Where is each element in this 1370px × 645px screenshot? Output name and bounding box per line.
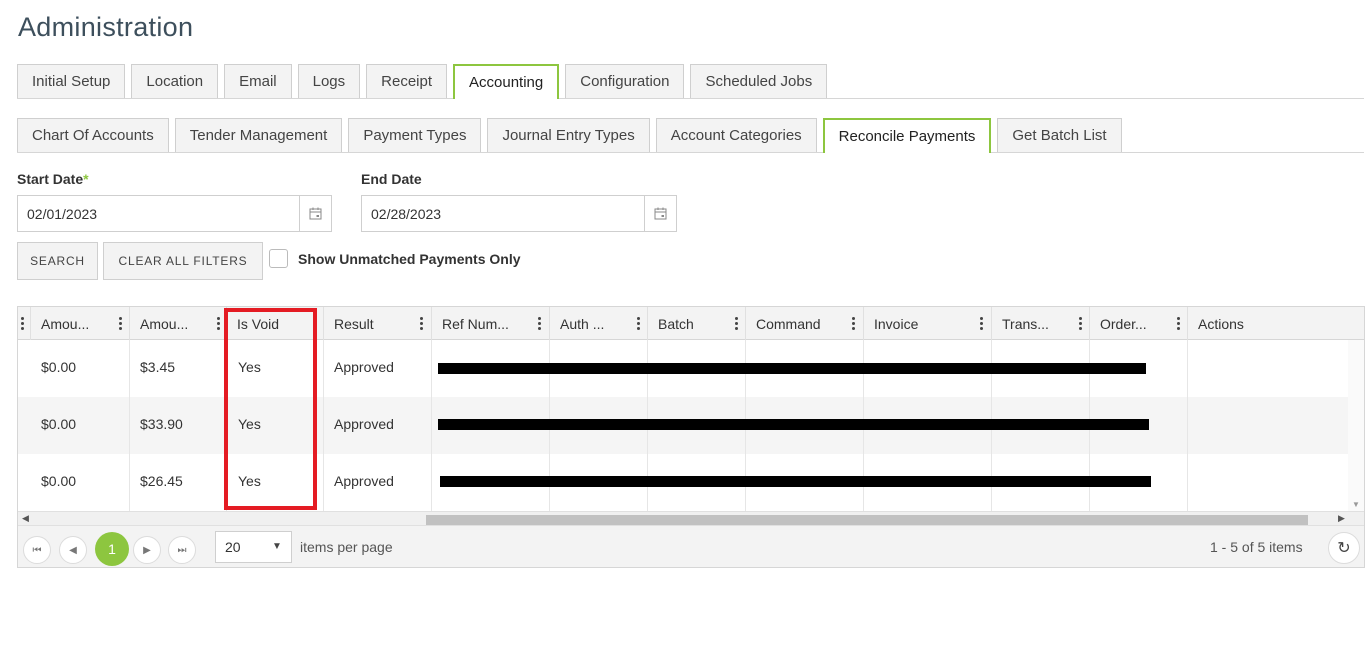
start-date-label: Start Date* — [17, 171, 89, 187]
scrollbar-thumb[interactable] — [426, 515, 1308, 525]
column-header-amount-2[interactable]: Amou... — [129, 307, 226, 340]
column-menu-icon[interactable] — [1077, 316, 1083, 331]
tab-receipt[interactable]: Receipt — [366, 64, 448, 98]
result-cell: Approved — [334, 473, 394, 489]
start-date-field[interactable]: 02/01/2023 — [17, 195, 332, 232]
tab-get-batch-list[interactable]: Get Batch List — [997, 118, 1122, 152]
tab-journal-entry-types[interactable]: Journal Entry Types — [487, 118, 650, 152]
column-header-command[interactable]: Command — [745, 307, 863, 340]
end-date-input[interactable]: 02/28/2023 — [362, 196, 644, 231]
clear-all-filters-button[interactable]: CLEAR ALL FILTERS — [103, 242, 263, 280]
column-header-actions[interactable]: Actions — [1187, 307, 1364, 340]
amount-2-cell: $33.90 — [140, 416, 183, 432]
amount-1-cell: $0.00 — [41, 416, 77, 432]
column-header-batch[interactable]: Batch — [647, 307, 745, 340]
vertical-scrollbar[interactable]: ▼ — [1348, 340, 1364, 511]
end-date-field[interactable]: 02/28/2023 — [361, 195, 677, 232]
column-menu-icon[interactable] — [117, 316, 123, 331]
column-menu-icon[interactable] — [1175, 316, 1181, 331]
payments-grid: Amou... Amou... Is Void Result Ref Num..… — [17, 306, 1365, 568]
result-cell: Approved — [334, 359, 394, 375]
tab-tender-management[interactable]: Tender Management — [174, 118, 343, 152]
tab-scheduled-jobs[interactable]: Scheduled Jobs — [690, 64, 828, 98]
end-date-label: End Date — [361, 171, 422, 187]
sub-tabs: Chart Of Accounts Tender Management Paym… — [17, 118, 1122, 153]
tab-location[interactable]: Location — [131, 64, 219, 98]
page-title: Administration — [18, 12, 194, 42]
table-row[interactable]: $0.00 $26.45 Yes Approved — [18, 454, 1364, 511]
start-date-input[interactable]: 02/01/2023 — [18, 196, 299, 231]
redaction-bar — [438, 419, 1149, 430]
column-menu-icon[interactable] — [635, 316, 641, 331]
unmatched-checkbox[interactable] — [269, 249, 288, 268]
tab-configuration[interactable]: Configuration — [565, 64, 685, 98]
column-menu-icon[interactable] — [536, 316, 542, 331]
redaction-bar — [438, 363, 1146, 374]
column-header-invoice[interactable]: Invoice — [863, 307, 991, 340]
first-page-icon[interactable]: ⏮ — [23, 536, 51, 564]
sub-tabs-divider — [17, 152, 1364, 153]
main-tabs-divider — [17, 98, 1364, 99]
next-page-icon[interactable]: ▶ — [133, 536, 161, 564]
grid-pager: ⏮ ◀ 1 ▶ ⏭ 20 ▼ items per page 1 - 5 of 5… — [18, 525, 1364, 567]
prev-page-icon[interactable]: ◀ — [59, 536, 87, 564]
redaction-bar — [440, 476, 1151, 487]
start-date-label-text: Start Date — [17, 171, 84, 187]
grid-header: Amou... Amou... Is Void Result Ref Num..… — [18, 307, 1364, 340]
column-menu-icon[interactable] — [19, 316, 25, 331]
page-size-value: 20 — [225, 539, 241, 555]
search-button[interactable]: SEARCH — [17, 242, 98, 280]
amount-2-cell: $3.45 — [140, 359, 176, 375]
scroll-down-arrow-icon[interactable]: ▼ — [1352, 500, 1360, 509]
calendar-icon[interactable] — [299, 196, 331, 231]
tab-reconcile-payments[interactable]: Reconcile Payments — [822, 118, 992, 153]
calendar-icon[interactable] — [644, 196, 676, 231]
table-row[interactable]: $0.00 $3.45 Yes Approved — [18, 340, 1364, 397]
items-per-page-label: items per page — [300, 539, 393, 555]
highlight-box — [224, 308, 317, 510]
main-tabs: Initial Setup Location Email Logs Receip… — [17, 64, 828, 99]
column-header-ref-number[interactable]: Ref Num... — [431, 307, 549, 340]
column-menu-icon[interactable] — [215, 316, 221, 331]
unmatched-label: Show Unmatched Payments Only — [298, 250, 521, 267]
amount-2-cell: $26.45 — [140, 473, 183, 489]
column-header-order[interactable]: Order... — [1089, 307, 1187, 340]
column-header-transaction[interactable]: Trans... — [991, 307, 1089, 340]
tab-payment-types[interactable]: Payment Types — [348, 118, 482, 152]
tab-initial-setup[interactable]: Initial Setup — [17, 64, 126, 98]
horizontal-scrollbar[interactable]: ◀ ▶ — [18, 511, 1364, 525]
column-menu-icon[interactable] — [733, 316, 739, 331]
tab-account-categories[interactable]: Account Categories — [655, 118, 817, 152]
column-header-amount-1[interactable]: Amou... — [30, 307, 129, 340]
result-cell: Approved — [334, 416, 394, 432]
required-mark: * — [83, 171, 89, 187]
tab-email[interactable]: Email — [224, 64, 292, 98]
column-header-auth[interactable]: Auth ... — [549, 307, 647, 340]
amount-1-cell: $0.00 — [41, 359, 77, 375]
caret-down-icon: ▼ — [272, 541, 282, 552]
refresh-icon[interactable]: ↻ — [1328, 532, 1360, 564]
tab-chart-of-accounts[interactable]: Chart Of Accounts — [17, 118, 169, 152]
amount-1-cell: $0.00 — [41, 473, 77, 489]
last-page-icon[interactable]: ⏭ — [168, 536, 196, 564]
pager-info: 1 - 5 of 5 items — [1210, 539, 1303, 555]
scroll-right-arrow-icon[interactable]: ▶ — [1338, 513, 1345, 524]
column-menu-icon[interactable] — [978, 316, 984, 331]
column-menu-icon[interactable] — [418, 316, 424, 331]
table-row[interactable]: $0.00 $33.90 Yes Approved — [18, 397, 1364, 454]
unmatched-filter[interactable]: Show Unmatched Payments Only — [269, 249, 521, 268]
current-page-button[interactable]: 1 — [95, 532, 129, 566]
scroll-left-arrow-icon[interactable]: ◀ — [22, 513, 29, 524]
tab-logs[interactable]: Logs — [297, 64, 361, 98]
column-header-result[interactable]: Result — [323, 307, 431, 340]
page-size-select[interactable]: 20 ▼ — [215, 531, 292, 563]
column-menu-icon[interactable] — [850, 316, 856, 331]
tab-accounting[interactable]: Accounting — [453, 64, 560, 99]
